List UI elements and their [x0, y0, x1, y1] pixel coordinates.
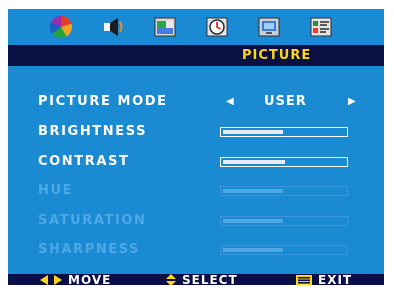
hue-slider	[220, 186, 348, 196]
clock-icon	[206, 17, 228, 37]
screen-window-icon	[154, 17, 176, 37]
hue-row: HUE	[38, 182, 378, 202]
brightness-slider[interactable]	[220, 127, 348, 137]
setup-icon	[310, 17, 332, 37]
contrast-slider-fill	[223, 160, 285, 164]
hue-slider-fill	[223, 189, 283, 193]
color-wheel-icon	[49, 15, 73, 39]
arrow-left-icon[interactable]: ◀	[226, 96, 234, 107]
select-hint: SELECT	[166, 272, 238, 285]
speaker-icon	[104, 18, 123, 36]
saturation-label: SATURATION	[38, 213, 147, 228]
menu-button-icon	[296, 274, 312, 285]
picture-mode-value: USER	[264, 94, 307, 109]
sharpness-slider-fill	[223, 248, 283, 252]
pc-monitor-icon	[258, 17, 280, 37]
menu-title-bar: PICTURE	[8, 45, 384, 66]
tab-screen[interactable]	[152, 14, 178, 40]
saturation-slider	[220, 216, 348, 226]
tab-time[interactable]	[204, 14, 230, 40]
menu-title: PICTURE	[242, 48, 312, 63]
footer-hint-bar: MOVE SELECT EXIT	[8, 272, 384, 285]
contrast-slider[interactable]	[220, 157, 348, 167]
saturation-slider-fill	[223, 219, 283, 223]
up-down-arrows-icon	[166, 273, 176, 285]
move-label: MOVE	[68, 272, 112, 286]
picture-mode-label: PICTURE MODE	[38, 94, 168, 109]
sharpness-row: SHARPNESS	[38, 241, 378, 261]
saturation-row: SATURATION	[38, 212, 378, 232]
menu-tab-bar	[8, 9, 384, 45]
contrast-row[interactable]: CONTRAST	[38, 153, 378, 173]
brightness-label: BRIGHTNESS	[38, 124, 148, 139]
brightness-row[interactable]: BRIGHTNESS	[38, 123, 378, 143]
osd-menu: PICTURE PICTURE MODE ◀ USER ▶ BRIGHTNESS…	[8, 9, 384, 285]
contrast-label: CONTRAST	[38, 154, 130, 169]
sharpness-label: SHARPNESS	[38, 242, 141, 257]
arrow-right-icon[interactable]: ▶	[348, 96, 356, 107]
picture-mode-row[interactable]: PICTURE MODE ◀ USER ▶	[38, 93, 378, 113]
select-label: SELECT	[182, 272, 238, 286]
brightness-slider-fill	[223, 130, 283, 134]
tab-sound[interactable]	[100, 14, 126, 40]
exit-hint: EXIT	[296, 272, 352, 285]
move-hint: MOVE	[40, 272, 111, 285]
tab-setup[interactable]	[308, 14, 334, 40]
left-right-arrows-icon	[40, 274, 62, 285]
tab-pc[interactable]	[256, 14, 282, 40]
exit-label: EXIT	[318, 272, 353, 286]
tab-picture[interactable]	[48, 14, 74, 40]
hue-label: HUE	[38, 183, 74, 198]
sharpness-slider	[220, 245, 348, 255]
